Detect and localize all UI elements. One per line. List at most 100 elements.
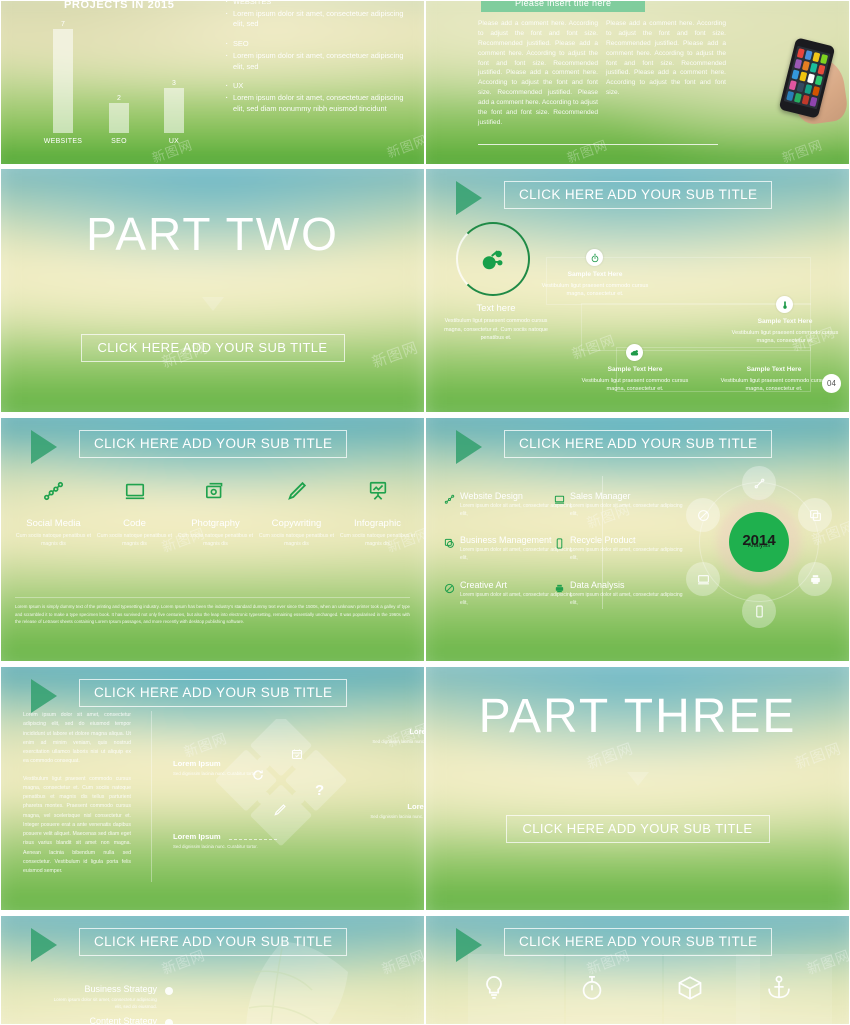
feature-column-photography[interactable]: Photgraphy Cum sociis natoque penatibus … <box>173 478 258 549</box>
feature-desc: Cum sociis natoque penatibus et magnis d… <box>258 533 335 548</box>
anchor-icon[interactable] <box>731 974 827 1007</box>
node-label: Sample Text Here <box>607 366 663 373</box>
bullet-body: Lorem ipsum dolor sit amet, consectetuer… <box>224 91 416 114</box>
feature-name: Photgraphy <box>191 518 240 529</box>
slide-thumbnail-2[interactable]: Please insert title here Please add a co… <box>425 0 850 165</box>
cube-icon[interactable] <box>642 974 738 1007</box>
node-text-1: Sample Text Here Vestibulum ligut praese… <box>535 270 655 299</box>
network-nodes-icon <box>444 492 455 510</box>
feature-name: Infographic <box>353 518 401 529</box>
service-desc: Lorem ipsum dolor sit amet, consectetur … <box>570 503 683 518</box>
divider-rule <box>151 711 152 882</box>
bar-value-seo: 2 <box>117 95 121 102</box>
bullet-body: Lorem ipsum dolor sit amet, consectetuer… <box>224 49 416 72</box>
stopwatch-icon[interactable] <box>544 974 640 1007</box>
sub-title-box[interactable]: CLICK HERE ADD YOUR SUB TITLE <box>504 181 773 209</box>
service-name: Sales Manager <box>570 491 631 501</box>
feature-column-infographic[interactable]: Infographic Cum sociis natoque penatibus… <box>335 478 420 549</box>
slide-thumbnail-1[interactable]: PROJECTS IN 2015 7 WEBSITES 2 SEO 3 UX W… <box>0 0 425 165</box>
sub-title-box[interactable]: CLICK HERE ADD YOUR SUB TITLE <box>79 679 348 707</box>
sub-title-box[interactable]: CLICK HERE ADD YOUR SUB TITLE <box>504 928 773 956</box>
play-triangle-icon <box>31 430 57 464</box>
bar-ux <box>164 88 184 133</box>
slide-thumbnail-6[interactable]: CLICK HERE ADD YOUR SUB TITLE Website De… <box>425 417 850 662</box>
orbit-center: 2014 Analysis <box>729 512 789 572</box>
orbit-icon-no-entry[interactable] <box>686 498 720 532</box>
connector-line <box>229 839 277 840</box>
puzzle-label-4: Lorem Ipsum Sed dignissim lacinia nunc. … <box>173 832 269 850</box>
paragraph-1: Lorem ipsum dolor sit amet, consectetur … <box>23 712 131 765</box>
molecule-icon <box>458 224 528 294</box>
service-item-recycle-product[interactable]: Recycle Product Lorem ipsum dolor sit am… <box>554 535 684 562</box>
puzzle-graphic <box>216 719 346 846</box>
service-item-data-analysis[interactable]: Data Analysis Lorem ipsum dolor sit amet… <box>554 580 684 607</box>
slide-thumbnail-grid: PROJECTS IN 2015 7 WEBSITES 2 SEO 3 UX W… <box>0 0 850 1025</box>
feature-desc: Cum sociis natoque penatibus et magnis d… <box>339 533 416 548</box>
orbit-icon-monitor[interactable] <box>686 562 720 596</box>
node-text-4: Sample Text Here Vestibulum ligut praese… <box>714 365 834 394</box>
sub-title-box[interactable]: CLICK HERE ADD YOUR SUB TITLE <box>79 430 348 458</box>
feature-name: Code <box>123 518 146 529</box>
label-desc: Sed dignissim lacinia nunc. Curabitur to… <box>173 844 258 849</box>
feature-desc: Cum sociis natoque penatibus et magnis d… <box>15 533 92 548</box>
feature-column-copywriting[interactable]: Copywriting Cum sociis natoque penatibus… <box>254 478 339 549</box>
sub-title-button[interactable]: CLICK HERE ADD YOUR SUB TITLE <box>505 815 770 843</box>
puzzle-leaf-graphic <box>246 942 348 1024</box>
bullet-group: SEO Lorem ipsum dolor sit amet, consecte… <box>224 37 416 72</box>
slide-thumbnail-4[interactable]: CLICK HERE ADD YOUR SUB TITLE Text here … <box>425 168 850 413</box>
slide-thumbnail-9[interactable]: CLICK HERE ADD YOUR SUB TITLE Business S… <box>0 915 425 1025</box>
bullet-body: Lorem ipsum dolor sit amet, consectetuer… <box>224 7 416 30</box>
node-body: Vestibulum ligut praesent commodo cursus… <box>581 377 689 393</box>
thermometer-icon <box>776 296 793 313</box>
service-item-sales-manager[interactable]: Sales Manager Lorem ipsum dolor sit amet… <box>554 491 684 518</box>
strategy-item-business[interactable]: Business Strategy Lorem ipsum dolor sit … <box>49 984 173 1011</box>
strategy-item-content[interactable]: Content Strategy Lorem ipsum dolor sit a… <box>49 1016 173 1024</box>
bar-label-websites: WEBSITES <box>43 138 83 145</box>
chevron-down-icon <box>201 297 224 311</box>
feature-column-code[interactable]: Code Cum sociis natoque penatibus et mag… <box>92 478 177 549</box>
node-label: Sample Text Here <box>567 271 623 278</box>
label-desc: Sed dignissim lacinia nunc. Curabitur to… <box>372 739 424 744</box>
printer-icon <box>554 581 565 599</box>
node-text-3: Sample Text Here Vestibulum ligut praese… <box>575 365 695 394</box>
feature-desc: Cum sociis natoque penatibus et magnis d… <box>177 533 254 548</box>
bullet-dot-icon <box>165 1019 173 1024</box>
service-name: Data Analysis <box>570 580 625 590</box>
orbit-icon-network-nodes[interactable] <box>742 466 776 500</box>
paragraph-2: Vestibulum ligut praesent commodo cursus… <box>23 775 131 875</box>
main-circle-ring <box>456 222 530 296</box>
easel-chart-icon <box>335 478 420 504</box>
bullet-group: UX Lorem ipsum dolor sit amet, consectet… <box>224 79 416 114</box>
slide-thumbnail-5[interactable]: CLICK HERE ADD YOUR SUB TITLE Social Med… <box>0 417 425 662</box>
strategy-name: Content Strategy <box>89 1016 157 1024</box>
divider-rule <box>478 144 718 145</box>
slide-thumbnail-8[interactable]: PART THREE CLICK HERE ADD YOUR SUB TITLE… <box>425 666 850 911</box>
text-column-left: Please add a comment here. According to … <box>478 20 598 126</box>
slide-title-banner: Please insert title here <box>481 1 646 12</box>
text-column-right: Please add a comment here. According to … <box>606 20 726 97</box>
orbit-icon-mobile[interactable] <box>742 594 776 628</box>
bar-value-websites: 7 <box>61 21 65 28</box>
play-triangle-icon <box>456 181 482 215</box>
slide-thumbnail-10[interactable]: CLICK HERE ADD YOUR SUB TITLE 新图网 新图网 <box>425 915 850 1025</box>
node-body: Vestibulum ligut praesent commodo cursus… <box>720 377 828 393</box>
sub-title-button[interactable]: CLICK HERE ADD YOUR SUB TITLE <box>80 334 345 362</box>
no-entry-icon <box>444 581 455 599</box>
question-mark-icon: ? <box>315 782 325 799</box>
lightbulb-icon[interactable] <box>446 974 542 1007</box>
orbit-icon-printer[interactable] <box>798 562 832 596</box>
bullet-group: WEBSITES Lorem ipsum dolor sit amet, con… <box>224 1 416 30</box>
node-body: Vestibulum ligut praesent commodo cursus… <box>541 282 649 298</box>
pencil-icon <box>273 803 287 822</box>
sub-title-box[interactable]: CLICK HERE ADD YOUR SUB TITLE <box>504 430 773 458</box>
mobile-icon <box>554 536 565 554</box>
network-nodes-icon <box>11 478 96 504</box>
orbit-icon-copy[interactable] <box>798 498 832 532</box>
slide-thumbnail-3[interactable]: PART TWO CLICK HERE ADD YOUR SUB TITLE 新… <box>0 168 425 413</box>
slide-thumbnail-7[interactable]: CLICK HERE ADD YOUR SUB TITLE Lorem ipsu… <box>0 666 425 911</box>
feature-column-social-media[interactable]: Social Media Cum sociis natoque penatibu… <box>11 478 96 549</box>
node-text-2: Sample Text Here Vestibulum ligut praese… <box>725 317 845 346</box>
bar-seo <box>109 103 129 133</box>
puzzle-label-3: Lorem Ipsum Sed dignissim lacinia nunc. … <box>359 802 424 820</box>
feature-name: Social Media <box>26 518 81 529</box>
